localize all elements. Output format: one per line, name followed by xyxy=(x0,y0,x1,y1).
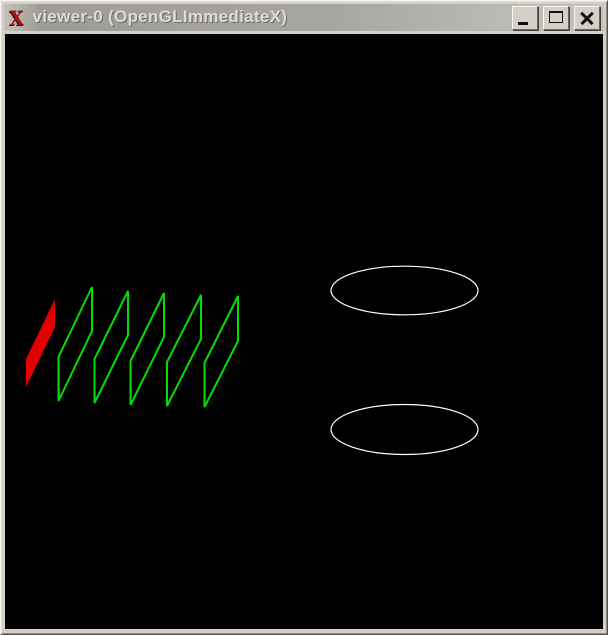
app-window: X viewer-0 (OpenGLImmediateX) xyxy=(0,0,608,635)
green-wire-quad-3 xyxy=(131,293,165,405)
green-wire-quad-1 xyxy=(59,287,93,401)
maximize-button[interactable] xyxy=(543,6,569,30)
close-icon xyxy=(575,7,599,29)
white-wire-ellipse-bottom xyxy=(331,405,478,455)
titlebar[interactable]: X viewer-0 (OpenGLImmediateX) xyxy=(4,4,604,31)
green-wire-quad-4 xyxy=(167,295,201,406)
minimize-button[interactable] xyxy=(512,6,538,30)
maximize-icon xyxy=(549,11,563,23)
green-wire-quad-5 xyxy=(205,296,239,407)
x11-app-icon: X xyxy=(10,8,24,28)
green-wire-quad-2 xyxy=(95,291,129,403)
red-filled-quad xyxy=(26,299,55,387)
window-controls xyxy=(512,6,600,30)
white-wire-ellipse-top xyxy=(331,266,478,315)
scene-svg xyxy=(5,34,603,629)
opengl-viewport[interactable] xyxy=(5,34,603,629)
minimize-icon xyxy=(518,22,528,25)
window-title: viewer-0 (OpenGLImmediateX) xyxy=(33,7,512,27)
close-button[interactable] xyxy=(574,6,600,30)
